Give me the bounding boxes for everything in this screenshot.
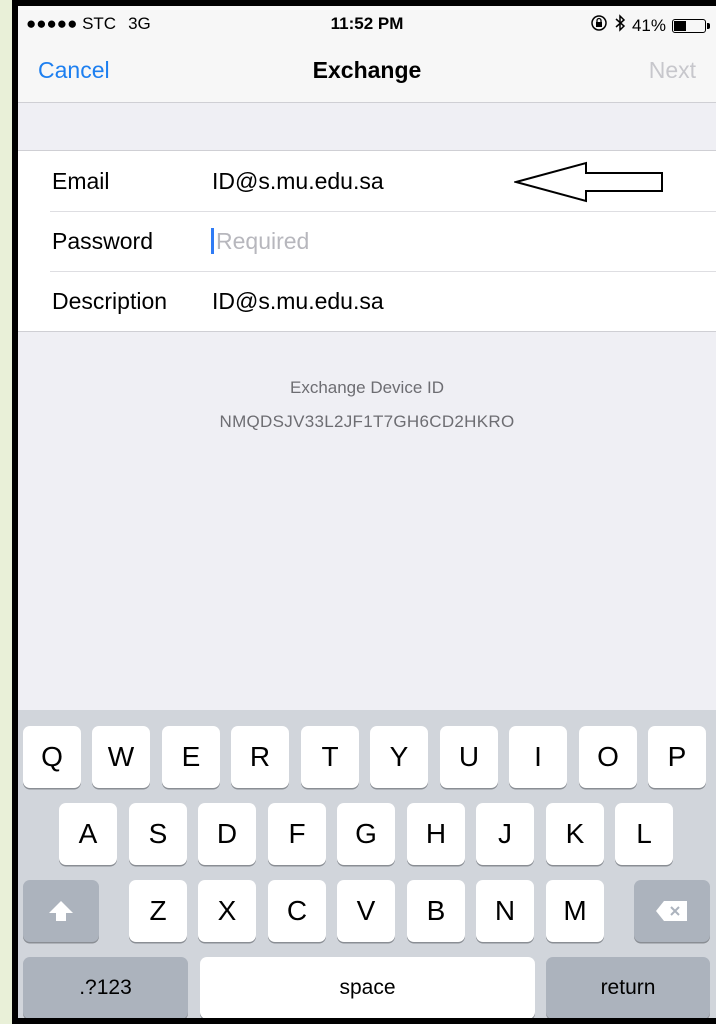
key-e[interactable]: E xyxy=(162,726,220,788)
battery-level xyxy=(674,20,686,31)
key-s[interactable]: S xyxy=(129,803,187,865)
key-m[interactable]: M xyxy=(546,880,604,942)
text-cursor xyxy=(211,228,214,254)
backspace-key[interactable] xyxy=(634,880,710,942)
navigation-bar: Cancel Exchange Next xyxy=(18,40,716,103)
lock-rotation-icon xyxy=(590,14,608,37)
page-title: Exchange xyxy=(312,57,422,83)
key-n[interactable]: N xyxy=(476,880,534,942)
shift-key[interactable] xyxy=(23,880,99,942)
key-w[interactable]: W xyxy=(92,726,150,788)
return-key[interactable]: return xyxy=(546,957,710,1018)
device-id-label: Exchange Device ID xyxy=(289,378,445,397)
password-label: Password xyxy=(52,228,153,254)
key-f[interactable]: F xyxy=(268,803,326,865)
battery-icon xyxy=(672,18,710,33)
key-h[interactable]: H xyxy=(407,803,465,865)
key-v[interactable]: V xyxy=(337,880,395,942)
description-field[interactable]: ID@s.mu.edu.sa xyxy=(212,288,384,315)
key-p[interactable]: P xyxy=(648,726,706,788)
keyboard: Q W E R T Y U I O P A S D F G H J K L Z … xyxy=(18,710,716,1018)
shift-icon xyxy=(49,901,73,921)
key-j[interactable]: J xyxy=(476,803,534,865)
key-o[interactable]: O xyxy=(579,726,637,788)
screen: ●●●●● STC 3G 11:52 PM 41% Cancel Exchang… xyxy=(18,6,716,1018)
description-row[interactable]: Description ID@s.mu.edu.sa xyxy=(18,271,716,331)
key-g[interactable]: G xyxy=(337,803,395,865)
key-a[interactable]: A xyxy=(59,803,117,865)
key-b[interactable]: B xyxy=(407,880,465,942)
key-d[interactable]: D xyxy=(198,803,256,865)
email-row[interactable]: Email ID@s.mu.edu.sa xyxy=(18,151,716,211)
numbers-key[interactable]: .?123 xyxy=(23,957,188,1018)
key-i[interactable]: I xyxy=(509,726,567,788)
key-l[interactable]: L xyxy=(615,803,673,865)
key-k[interactable]: K xyxy=(546,803,604,865)
device-id-value: NMQDSJV33L2JF1T7GH6CD2HKRO xyxy=(219,412,515,431)
arrow-annotation-icon xyxy=(514,161,663,203)
key-z[interactable]: Z xyxy=(129,880,187,942)
description-label: Description xyxy=(52,288,168,314)
key-r[interactable]: R xyxy=(231,726,289,788)
key-x[interactable]: X xyxy=(198,880,256,942)
bluetooth-icon xyxy=(614,14,626,37)
password-row[interactable]: Password Required xyxy=(18,211,716,271)
battery-percent: 41% xyxy=(631,15,666,35)
key-y[interactable]: Y xyxy=(370,726,428,788)
key-q[interactable]: Q xyxy=(23,726,81,788)
key-u[interactable]: U xyxy=(440,726,498,788)
backspace-icon xyxy=(656,901,687,921)
email-label: Email xyxy=(52,168,110,194)
status-bar: ●●●●● STC 3G 11:52 PM 41% xyxy=(18,6,716,40)
account-form: Email ID@s.mu.edu.sa Password Required D… xyxy=(18,150,716,332)
password-field[interactable]: Required xyxy=(216,228,309,255)
space-key[interactable]: space xyxy=(200,957,535,1018)
email-field[interactable]: ID@s.mu.edu.sa xyxy=(212,168,384,195)
key-t[interactable]: T xyxy=(301,726,359,788)
next-button[interactable]: Next xyxy=(649,57,696,84)
device-frame: ●●●●● STC 3G 11:52 PM 41% Cancel Exchang… xyxy=(12,0,716,1024)
key-c[interactable]: C xyxy=(268,880,326,942)
